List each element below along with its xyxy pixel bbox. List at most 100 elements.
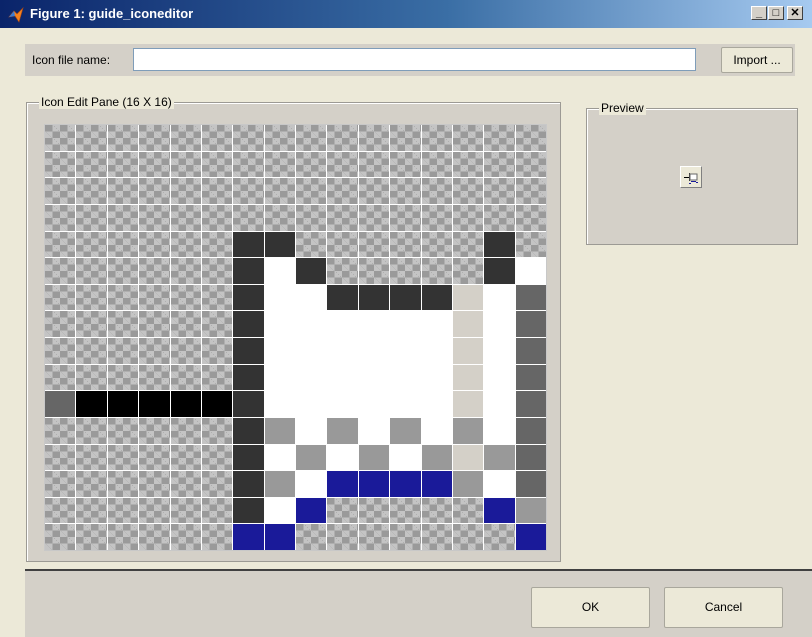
icon-pixel-cell[interactable] — [515, 444, 546, 471]
icon-pixel-cell[interactable] — [296, 364, 327, 391]
icon-pixel-cell[interactable] — [452, 444, 484, 471]
icon-pixel-cell[interactable] — [107, 417, 139, 444]
icon-pixel-cell[interactable] — [484, 284, 515, 311]
icon-pixel-cell[interactable] — [296, 338, 327, 364]
icon-pixel-cell[interactable] — [515, 391, 546, 417]
icon-pixel-cell[interactable] — [421, 391, 452, 417]
icon-pixel-cell[interactable] — [390, 417, 421, 444]
icon-pixel-cell[interactable] — [170, 178, 201, 204]
icon-pixel-cell[interactable] — [358, 497, 390, 524]
icon-pixel-cell[interactable] — [76, 125, 107, 151]
icon-pixel-cell[interactable] — [296, 444, 327, 471]
icon-pixel-cell[interactable] — [452, 471, 484, 497]
icon-pixel-cell[interactable] — [358, 231, 390, 258]
icon-pixel-cell[interactable] — [327, 364, 358, 391]
icon-pixel-cell[interactable] — [358, 364, 390, 391]
icon-pixel-cell[interactable] — [201, 231, 233, 258]
icon-pixel-cell[interactable] — [421, 524, 452, 550]
icon-pixel-cell[interactable] — [390, 178, 421, 204]
icon-pixel-cell[interactable] — [515, 258, 546, 284]
icon-pixel-cell[interactable] — [264, 311, 295, 337]
icon-pixel-cell[interactable] — [233, 524, 264, 550]
icon-pixel-cell[interactable] — [484, 125, 515, 151]
icon-pixel-cell[interactable] — [170, 364, 201, 391]
icon-pixel-cell[interactable] — [327, 417, 358, 444]
icon-pixel-cell[interactable] — [139, 391, 170, 417]
icon-pixel-cell[interactable] — [296, 471, 327, 497]
icon-pixel-cell[interactable] — [421, 364, 452, 391]
icon-pixel-cell[interactable] — [45, 231, 76, 258]
icon-pixel-cell[interactable] — [45, 364, 76, 391]
icon-pixel-cell[interactable] — [390, 391, 421, 417]
icon-pixel-cell[interactable] — [76, 178, 107, 204]
icon-pixel-cell[interactable] — [170, 497, 201, 524]
icon-pixel-cell[interactable] — [139, 444, 170, 471]
icon-pixel-cell[interactable] — [452, 391, 484, 417]
icon-pixel-cell[interactable] — [515, 338, 546, 364]
icon-pixel-cell[interactable] — [452, 524, 484, 550]
icon-pixel-cell[interactable] — [139, 524, 170, 550]
icon-pixel-cell[interactable] — [170, 151, 201, 178]
icon-pixel-cell[interactable] — [515, 524, 546, 550]
icon-pixel-cell[interactable] — [76, 471, 107, 497]
icon-pixel-cell[interactable] — [45, 391, 76, 417]
icon-pixel-cell[interactable] — [45, 178, 76, 204]
icon-pixel-cell[interactable] — [264, 524, 295, 550]
icon-pixel-cell[interactable] — [107, 524, 139, 550]
icon-pixel-cell[interactable] — [107, 311, 139, 337]
icon-pixel-cell[interactable] — [484, 391, 515, 417]
icon-pixel-cell[interactable] — [76, 364, 107, 391]
icon-pixel-cell[interactable] — [327, 444, 358, 471]
icon-pixel-cell[interactable] — [264, 417, 295, 444]
icon-pixel-cell[interactable] — [170, 125, 201, 151]
icon-pixel-cell[interactable] — [390, 125, 421, 151]
icon-pixel-cell[interactable] — [45, 524, 76, 550]
icon-pixel-cell[interactable] — [233, 364, 264, 391]
icon-pixel-cell[interactable] — [452, 497, 484, 524]
icon-pixel-cell[interactable] — [358, 417, 390, 444]
icon-pixel-cell[interactable] — [139, 125, 170, 151]
icon-pixel-cell[interactable] — [45, 284, 76, 311]
icon-pixel-cell[interactable] — [264, 364, 295, 391]
icon-pixel-cell[interactable] — [296, 391, 327, 417]
icon-pixel-cell[interactable] — [76, 524, 107, 550]
icon-pixel-cell[interactable] — [201, 204, 233, 231]
icon-pixel-cell[interactable] — [390, 258, 421, 284]
icon-pixel-cell[interactable] — [139, 471, 170, 497]
icon-pixel-cell[interactable] — [201, 417, 233, 444]
icon-pixel-cell[interactable] — [484, 258, 515, 284]
icon-pixel-cell[interactable] — [170, 471, 201, 497]
icon-pixel-cell[interactable] — [139, 497, 170, 524]
icon-pixel-cell[interactable] — [45, 444, 76, 471]
icon-pixel-cell[interactable] — [139, 417, 170, 444]
icon-pixel-cell[interactable] — [76, 151, 107, 178]
icon-pixel-cell[interactable] — [421, 151, 452, 178]
icon-pixel-cell[interactable] — [484, 417, 515, 444]
icon-pixel-cell[interactable] — [390, 364, 421, 391]
icon-pixel-cell[interactable] — [327, 391, 358, 417]
icon-pixel-cell[interactable] — [484, 471, 515, 497]
icon-pixel-cell[interactable] — [327, 524, 358, 550]
icon-pixel-cell[interactable] — [296, 178, 327, 204]
icon-pixel-cell[interactable] — [76, 311, 107, 337]
icon-pixel-cell[interactable] — [264, 391, 295, 417]
icon-pixel-cell[interactable] — [421, 231, 452, 258]
icon-pixel-cell[interactable] — [390, 524, 421, 550]
icon-pixel-cell[interactable] — [515, 364, 546, 391]
icon-pixel-cell[interactable] — [327, 125, 358, 151]
icon-pixel-cell[interactable] — [170, 231, 201, 258]
icon-pixel-cell[interactable] — [452, 151, 484, 178]
icon-pixel-cell[interactable] — [264, 151, 295, 178]
icon-pixel-cell[interactable] — [484, 338, 515, 364]
icon-edit-grid[interactable] — [44, 124, 547, 551]
preview-push-button[interactable] — [680, 166, 702, 188]
icon-pixel-cell[interactable] — [76, 417, 107, 444]
icon-pixel-cell[interactable] — [515, 417, 546, 444]
icon-pixel-cell[interactable] — [358, 444, 390, 471]
icon-pixel-cell[interactable] — [233, 284, 264, 311]
icon-pixel-cell[interactable] — [139, 231, 170, 258]
icon-pixel-cell[interactable] — [233, 497, 264, 524]
icon-pixel-cell[interactable] — [76, 231, 107, 258]
icon-pixel-cell[interactable] — [358, 524, 390, 550]
icon-pixel-cell[interactable] — [201, 338, 233, 364]
